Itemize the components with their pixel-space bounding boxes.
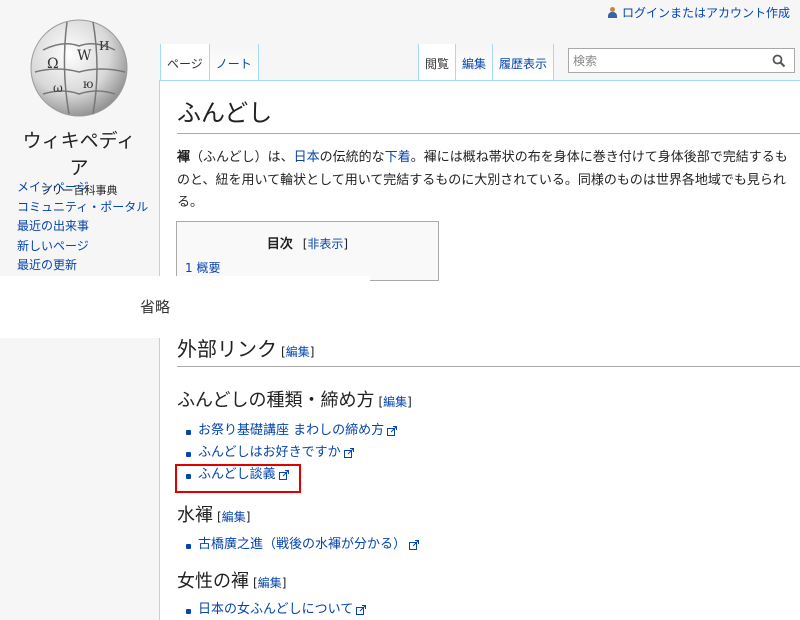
toc-header: 目次 [非表示]	[177, 233, 438, 252]
svg-text:Ω: Ω	[47, 56, 59, 72]
intro-bold-term: 褌	[177, 150, 191, 165]
search-icon[interactable]	[772, 54, 786, 68]
toc-title: 目次	[266, 237, 293, 252]
highlight-box	[175, 464, 301, 493]
edit-bracket-close: ]	[309, 345, 315, 359]
link-japan[interactable]: 日本	[294, 150, 320, 165]
list-item: 古橋廣之進（戦後の水褌が分かる）	[184, 534, 420, 556]
svg-text:W: W	[77, 48, 92, 64]
nav-recent-changes[interactable]: 最近の更新	[17, 256, 148, 276]
external-link-suki[interactable]: ふんどしはお好きですか	[198, 445, 341, 460]
view-tabs: 閲覧 編集 履歴表示	[418, 44, 555, 80]
page-title: ふんどし	[177, 99, 273, 127]
search-box	[568, 48, 795, 73]
edit-section-kinds[interactable]: [編集]	[378, 395, 411, 409]
login-link[interactable]: ログインまたはアカウント作成	[622, 4, 790, 21]
tab-history-label[interactable]: 履歴表示	[499, 55, 547, 72]
edit-bracket-close: ]	[407, 395, 412, 409]
table-of-contents: 目次 [非表示] 1 概要	[176, 221, 439, 281]
namespace-tabs: ページ ノート	[160, 44, 259, 80]
omitted-note: 省略	[140, 298, 171, 316]
content-area: ふんどし 褌（ふんどし）は、日本の伝統的な下着。褌には概ね帯状の布を身体に巻き付…	[159, 80, 800, 620]
intro-text-1: （ふんどし）は、	[190, 150, 294, 165]
intro-paragraph: 褌（ふんどし）は、日本の伝統的な下着。褌には概ね帯状の布を身体に巻き付けて身体後…	[177, 147, 792, 215]
external-link-women[interactable]: 日本の女ふんどしについて	[198, 602, 353, 617]
toc-toggle[interactable]: [非表示]	[303, 237, 348, 251]
svg-text:ω: ω	[53, 81, 63, 95]
edit-link[interactable]: 編集	[258, 576, 282, 590]
external-link-icon	[409, 539, 420, 550]
link-underwear[interactable]: 下着	[385, 150, 411, 165]
intro-text-2: の伝統的な	[319, 150, 385, 165]
toc-item-overview[interactable]: 1 概要	[185, 259, 220, 276]
tab-page[interactable]: ページ	[160, 44, 209, 80]
logo-title: ウィキペディア	[22, 130, 136, 179]
section-women: 女性の褌 [編集]	[177, 567, 286, 593]
edit-bracket-close: ]	[281, 576, 287, 590]
nav-current-events[interactable]: 最近の出来事	[17, 217, 148, 237]
edit-section-women[interactable]: [編集]	[253, 576, 286, 590]
external-link-furuhashi[interactable]: 古橋廣之進（戦後の水褌が分かる）	[198, 537, 406, 552]
edit-link[interactable]: 編集	[383, 395, 407, 409]
external-link-icon	[343, 447, 354, 458]
tab-edit[interactable]: 編集	[455, 44, 493, 80]
nav-main-page[interactable]: メインページ	[17, 178, 148, 198]
tab-history[interactable]: 履歴表示	[492, 44, 555, 80]
nav-new-pages[interactable]: 新しいページ	[17, 237, 148, 257]
navigation-menu: メインページ コミュニティ・ポータル 最近の出来事 新しいページ 最近の更新	[17, 178, 148, 276]
links-list-women: 日本の女ふんどしについて	[184, 599, 367, 620]
section-kinds-title: ふんどしの種類・締め方	[177, 390, 375, 411]
external-link-icon	[387, 425, 398, 436]
list-item: 日本の女ふんどしについて	[184, 599, 367, 620]
nav-community-portal[interactable]: コミュニティ・ポータル	[17, 198, 148, 218]
tab-page-label: ページ	[167, 57, 203, 71]
tab-talk[interactable]: ノート	[208, 44, 259, 80]
personal-tools: ログインまたはアカウント作成	[607, 4, 790, 21]
edit-link[interactable]: 編集	[286, 345, 310, 359]
tab-read-label: 閲覧	[425, 57, 450, 71]
omitted-band	[0, 276, 370, 338]
svg-text:И: И	[99, 39, 109, 53]
section-swim: 水褌 [編集]	[177, 501, 250, 527]
svg-text:ю: ю	[83, 77, 93, 91]
list-item: ふんどしはお好きですか	[184, 442, 397, 464]
section-divider	[177, 366, 800, 367]
list-item: お祭り基礎講座 まわしの締め方	[184, 420, 398, 442]
heading-divider	[177, 133, 800, 134]
search-input[interactable]	[569, 53, 769, 68]
tab-edit-label[interactable]: 編集	[462, 55, 486, 72]
section-women-title: 女性の褌	[177, 571, 249, 592]
section-external-title: 外部リンク	[177, 337, 277, 361]
tab-read[interactable]: 閲覧	[418, 44, 456, 80]
globe-icon: Ω W И ω ю	[30, 12, 128, 117]
edit-link[interactable]: 編集	[222, 510, 246, 524]
wikipedia-logo[interactable]: Ω W И ω ю ウィキペディア フリー百科事典	[14, 10, 144, 198]
edit-section-external[interactable]: [編集]	[281, 345, 314, 359]
links-list-swim: 古橋廣之進（戦後の水褌が分かる）	[184, 534, 420, 556]
tab-talk-label[interactable]: ノート	[216, 55, 252, 72]
section-swim-title: 水褌	[177, 505, 213, 526]
user-icon	[607, 6, 618, 19]
edit-section-swim[interactable]: [編集]	[217, 510, 250, 524]
external-link-matsuri[interactable]: お祭り基礎講座 まわしの締め方	[198, 423, 384, 438]
external-link-icon	[356, 604, 367, 615]
edit-bracket-close: ]	[245, 510, 251, 524]
toc-toggle-link[interactable]: 非表示	[307, 237, 343, 251]
section-kinds: ふんどしの種類・締め方 [編集]	[177, 386, 412, 412]
